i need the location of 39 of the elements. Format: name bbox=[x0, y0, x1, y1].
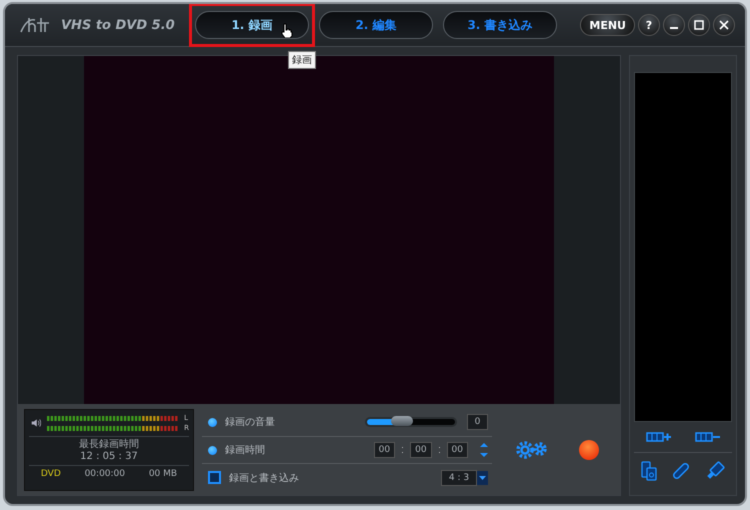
checkbox[interactable] bbox=[208, 471, 221, 484]
tab[interactable]: 2. 編集 bbox=[319, 11, 433, 39]
max-time-caption: 最長録画時間 bbox=[79, 439, 139, 451]
add-clip-icon[interactable] bbox=[646, 431, 672, 443]
setting-label: 録画と書き込み bbox=[229, 472, 299, 485]
record-button[interactable] bbox=[579, 440, 599, 460]
time-field[interactable]: 00 bbox=[374, 442, 396, 458]
volume-slider[interactable] bbox=[365, 417, 457, 428]
tab[interactable]: 3. 書き込み bbox=[443, 11, 557, 39]
size-value: 00 MB bbox=[148, 469, 178, 479]
spinner-icon[interactable] bbox=[480, 441, 488, 459]
minimize-icon bbox=[670, 27, 678, 29]
gears-icon[interactable] bbox=[515, 439, 549, 461]
maximize-button[interactable] bbox=[688, 14, 710, 36]
app-title: VHS to DVD 5.0 bbox=[61, 18, 176, 32]
duration-value: 00:00:00 bbox=[84, 469, 125, 479]
setting-label: 録画の音量 bbox=[225, 416, 275, 430]
max-time-value: 12 : 05 : 37 bbox=[80, 451, 138, 463]
setting-label: 録画時間 bbox=[225, 444, 265, 457]
hand-cursor-icon bbox=[281, 23, 293, 38]
disc-type: DVD bbox=[40, 469, 61, 479]
bullet-icon bbox=[208, 446, 217, 454]
speaker-icon bbox=[31, 417, 42, 429]
bullet-icon bbox=[208, 418, 217, 427]
volume-value: 0 bbox=[467, 414, 488, 430]
media-player-icon[interactable] bbox=[641, 461, 657, 481]
remove-clip-icon[interactable] bbox=[694, 431, 720, 443]
close-icon bbox=[719, 20, 729, 30]
help-button[interactable]: ? bbox=[638, 14, 660, 36]
usb-drive-icon[interactable] bbox=[705, 461, 725, 481]
time-field[interactable]: 00 bbox=[446, 442, 468, 458]
aspect-dropdown[interactable]: 4 : 3 bbox=[441, 470, 477, 486]
tooltip: 録画 bbox=[288, 51, 316, 69]
minimize-button[interactable] bbox=[663, 14, 685, 36]
time-field[interactable]: 00 bbox=[410, 442, 432, 458]
close-button[interactable] bbox=[713, 14, 735, 36]
maximize-icon bbox=[694, 20, 704, 30]
tab[interactable]: 1. 録画 bbox=[195, 11, 309, 39]
menu-button[interactable]: MENU bbox=[580, 14, 635, 36]
